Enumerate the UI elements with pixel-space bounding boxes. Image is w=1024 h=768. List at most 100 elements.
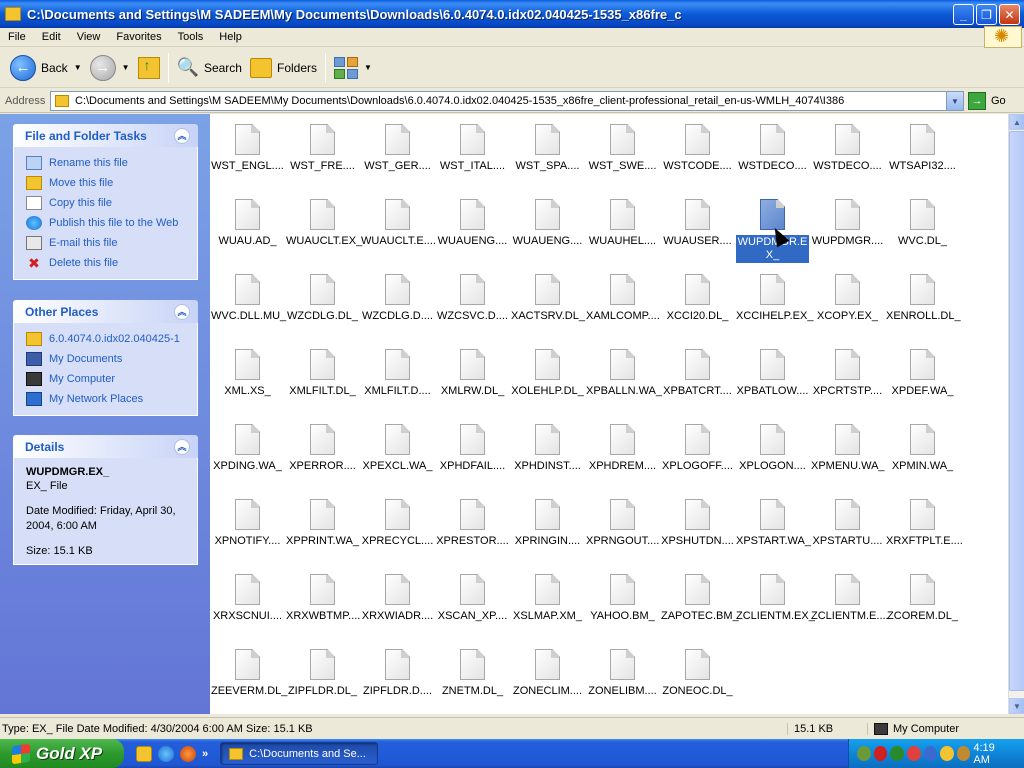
file-item[interactable]: XPRESTOR.... [435, 497, 510, 572]
file-item[interactable]: WST_ITAL.... [435, 122, 510, 197]
task-rename[interactable]: Rename this file [26, 153, 197, 173]
file-item[interactable]: WST_SPA.... [510, 122, 585, 197]
file-item[interactable]: XPDEF.WA_ [885, 347, 960, 422]
file-item[interactable]: XPPRINT.WA_ [285, 497, 360, 572]
tray-messenger-icon[interactable] [923, 746, 938, 761]
file-item[interactable]: XPHDFAIL.... [435, 422, 510, 497]
file-item[interactable]: ZIPFLDR.D.... [360, 647, 435, 714]
menu-tools[interactable]: Tools [170, 31, 212, 43]
file-item[interactable]: XPMENU.WA_ [810, 422, 885, 497]
title-bar[interactable]: C:\Documents and Settings\M SADEEM\My Do… [0, 0, 1024, 28]
file-item[interactable]: ZNETM.DL_ [435, 647, 510, 714]
file-item[interactable]: WSTDECO.... [810, 122, 885, 197]
file-item[interactable]: WST_ENGL.... [210, 122, 285, 197]
views-button[interactable]: ▼ [330, 51, 376, 85]
search-button[interactable]: 🔍 Search [173, 51, 246, 85]
show-desktop-icon[interactable] [136, 745, 152, 762]
file-item[interactable]: XPSHUTDN.... [660, 497, 735, 572]
file-item[interactable]: XPHDREM.... [585, 422, 660, 497]
address-input[interactable]: C:\Documents and Settings\M SADEEM\My Do… [50, 91, 964, 111]
file-item[interactable]: XPSTART.WA_ [735, 497, 811, 572]
address-value[interactable]: C:\Documents and Settings\M SADEEM\My Do… [75, 95, 945, 107]
task-copy[interactable]: Copy this file [26, 193, 197, 213]
tray-antivirus-icon[interactable] [906, 746, 921, 761]
tray-globe-icon[interactable] [890, 746, 904, 761]
go-button[interactable]: → Go [968, 92, 1006, 110]
task-email[interactable]: E-mail this file [26, 233, 197, 253]
file-item[interactable]: XACTSRV.DL_ [510, 272, 585, 347]
place-parent-folder[interactable]: 6.0.4074.0.idx02.040425-1 [26, 329, 197, 349]
file-item[interactable]: XAMLCOMP.... [585, 272, 660, 347]
file-item[interactable]: XPERROR.... [285, 422, 360, 497]
file-item[interactable]: XSCAN_XP.... [435, 572, 510, 647]
folders-button[interactable]: Folders [246, 51, 321, 85]
file-item[interactable]: WSTCODE.... [660, 122, 735, 197]
file-item[interactable]: XPLOGOFF.... [660, 422, 735, 497]
file-item[interactable]: XCOPY.EX_ [810, 272, 885, 347]
tray-shield-icon[interactable] [873, 746, 888, 761]
file-item[interactable]: XSLMAP.XM_ [510, 572, 585, 647]
panel-header[interactable]: Details ︽ [13, 435, 198, 458]
file-item[interactable]: XPBATLOW.... [735, 347, 810, 422]
panel-header[interactable]: Other Places ︽ [13, 300, 198, 323]
address-dropdown-icon[interactable]: ▼ [946, 92, 963, 110]
file-item[interactable]: YAHOO.BM_ [585, 572, 660, 647]
views-dropdown-icon[interactable]: ▼ [364, 63, 372, 72]
file-item[interactable]: WSTDECO.... [735, 122, 810, 197]
file-item[interactable]: WUPDMGR.... [810, 197, 885, 272]
file-item[interactable]: WUAUHEL.... [585, 197, 660, 272]
quick-launch-more[interactable]: » [202, 748, 208, 760]
file-item[interactable]: XPLOGON.... [735, 422, 810, 497]
up-folder-button[interactable] [134, 51, 164, 85]
file-item[interactable]: ZONECLIM.... [510, 647, 585, 714]
file-item[interactable]: WST_SWE.... [585, 122, 660, 197]
file-item[interactable]: XPDING.WA_ [210, 422, 285, 497]
file-item[interactable]: WUAU.AD_ [210, 197, 285, 272]
scroll-down-button[interactable]: ▼ [1009, 698, 1024, 714]
tray-tool-icon[interactable] [956, 746, 971, 761]
task-move[interactable]: Move this file [26, 173, 197, 193]
file-item[interactable]: ZAPOTEC.BM_ [660, 572, 739, 647]
tray-network-icon[interactable] [857, 746, 871, 761]
file-item[interactable]: WTSAPI32.... [885, 122, 960, 197]
file-item[interactable]: XPBATCRT.... [660, 347, 735, 422]
file-item[interactable]: XPNOTIFY.... [210, 497, 285, 572]
file-view[interactable]: WST_ENGL.... WST_FRE.... WST_GER.... WST_IT… [210, 114, 1008, 714]
vertical-scrollbar[interactable]: ▲ ▼ [1008, 114, 1024, 714]
file-item[interactable]: XMLRW.DL_ [435, 347, 510, 422]
menu-edit[interactable]: Edit [34, 31, 69, 43]
back-button[interactable]: ← Back ▼ [6, 51, 86, 85]
file-item[interactable]: WUAUCLT.E.... [360, 197, 436, 272]
menu-file[interactable]: File [0, 31, 34, 43]
file-item[interactable]: XRXSCNUI.... [210, 572, 285, 647]
file-item[interactable]: XPSTARTU.... [810, 497, 885, 572]
task-publish[interactable]: Publish this file to the Web [26, 213, 197, 233]
file-item[interactable]: XMLFILT.DL_ [285, 347, 360, 422]
file-item[interactable]: XMLFILT.D.... [360, 347, 435, 422]
file-item[interactable]: XOLEHLP.DL_ [510, 347, 585, 422]
file-item[interactable]: XRXWBTMP.... [285, 572, 360, 647]
file-item[interactable]: XPEXCL.WA_ [360, 422, 435, 497]
file-item[interactable]: XPCRTSTP.... [810, 347, 885, 422]
forward-dropdown-icon[interactable]: ▼ [122, 63, 130, 72]
file-item[interactable]: ZIPFLDR.DL_ [285, 647, 360, 714]
file-item[interactable]: XPRINGIN.... [510, 497, 585, 572]
place-my-documents[interactable]: My Documents [26, 349, 197, 369]
task-delete[interactable]: ✖ Delete this file [26, 253, 197, 273]
file-item[interactable]: WUAUENG.... [435, 197, 510, 272]
menu-favorites[interactable]: Favorites [108, 31, 169, 43]
file-item[interactable]: WST_FRE.... [285, 122, 360, 197]
file-item[interactable]: XPRNGOUT.... [585, 497, 660, 572]
file-item[interactable]: XPMIN.WA_ [885, 422, 960, 497]
back-dropdown-icon[interactable]: ▼ [74, 63, 82, 72]
file-item[interactable]: WZCDLG.DL_ [285, 272, 360, 347]
minimize-button[interactable]: _ [953, 4, 974, 25]
taskbar-window-explorer[interactable]: C:\Documents and Se... [220, 742, 379, 765]
file-item[interactable]: XRXFTPLT.E.... [885, 497, 963, 572]
file-item[interactable]: XRXWIADR.... [360, 572, 435, 647]
file-item[interactable]: WVC.DL_ [885, 197, 960, 272]
file-item[interactable]: WUAUENG.... [510, 197, 585, 272]
file-item[interactable]: XPBALLN.WA_ [585, 347, 662, 422]
collapse-chevron-icon[interactable]: ︽ [174, 438, 190, 455]
start-button[interactable]: Gold XP [0, 739, 124, 768]
